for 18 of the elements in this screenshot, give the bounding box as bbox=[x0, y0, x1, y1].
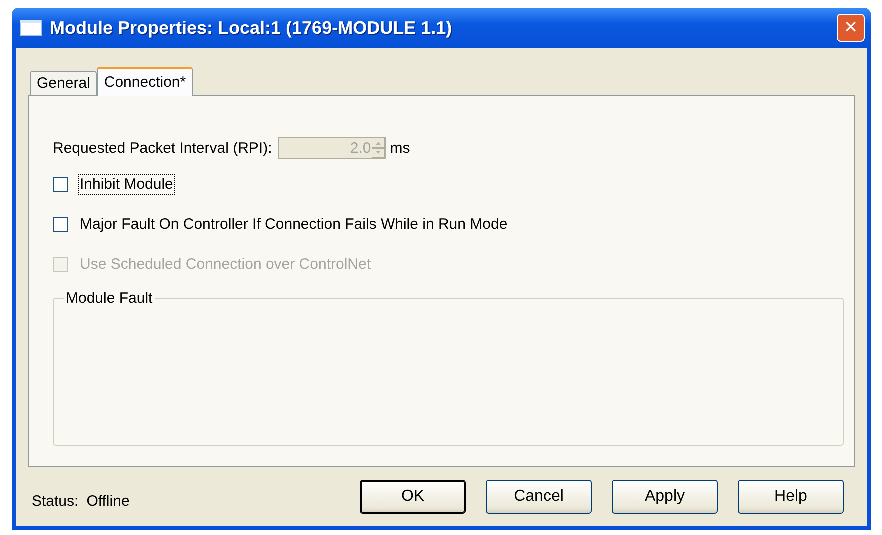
tab[interactable]: General bbox=[30, 71, 98, 95]
status-value: Offline bbox=[86, 492, 130, 510]
rpi-label: Requested Packet Interval (RPI): bbox=[53, 140, 272, 156]
status-label: Status: bbox=[32, 492, 79, 510]
dialog-button[interactable]: Cancel bbox=[486, 480, 592, 514]
group-title: Module Fault bbox=[65, 290, 154, 307]
close-button[interactable]: ✕ bbox=[837, 14, 865, 42]
checkbox[interactable] bbox=[53, 216, 68, 232]
window-title: Module Properties: Local:1 (1769-MODULE 1.1) bbox=[50, 18, 454, 38]
dialog-button[interactable]: Apply bbox=[612, 480, 718, 514]
dialog-button[interactable]: Help bbox=[738, 480, 844, 514]
window-icon bbox=[20, 20, 42, 36]
checkbox-label[interactable]: Major Fault On Controller If Connection Fails While in Run Mode bbox=[78, 214, 510, 234]
checkbox-label[interactable]: Inhibit Module bbox=[78, 174, 176, 194]
dialog-button[interactable]: OK bbox=[360, 480, 466, 514]
checkbox[interactable] bbox=[53, 176, 68, 192]
rpi-unit: ms bbox=[390, 140, 410, 156]
tab[interactable]: Connection* bbox=[97, 67, 194, 96]
